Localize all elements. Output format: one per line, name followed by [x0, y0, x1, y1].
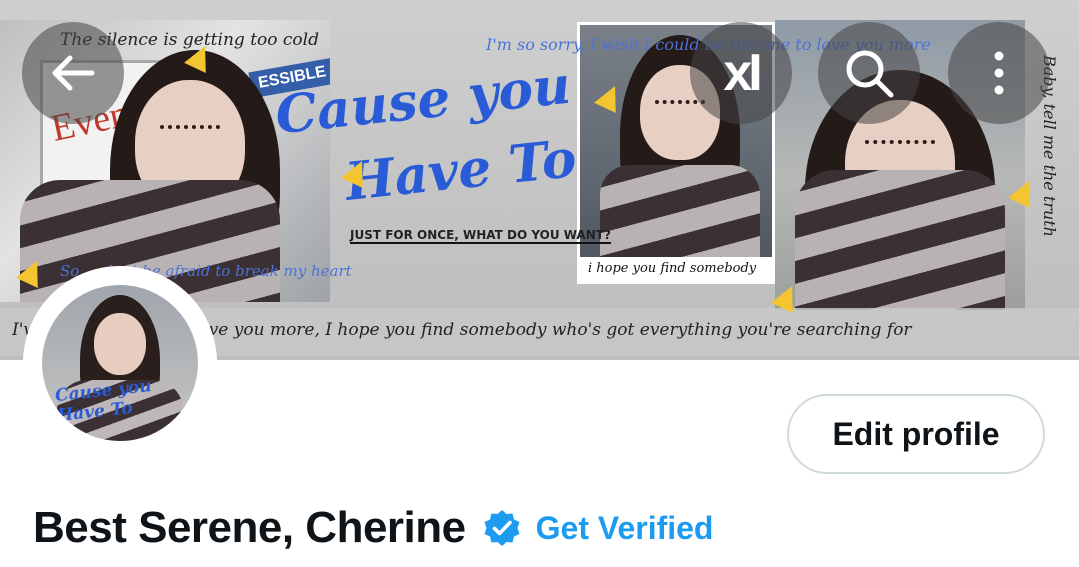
search-button[interactable]: [818, 22, 920, 124]
grok-button[interactable]: xI: [690, 22, 792, 124]
banner-subtitle: JUST FOR ONCE, WHAT DO YOU WANT?: [350, 228, 611, 244]
display-name: Best Serene, Cherine: [33, 503, 466, 552]
get-verified-link[interactable]: Get Verified: [536, 510, 714, 547]
banner-title-line2: Have To: [342, 128, 580, 213]
more-options-button[interactable]: [948, 22, 1050, 124]
grok-logo-icon: xI: [723, 44, 762, 102]
more-vertical-icon: [994, 51, 1004, 95]
edit-profile-button[interactable]: Edit profile: [787, 394, 1045, 474]
arrow-left-icon: [52, 55, 95, 91]
photo-caption: i hope you find somebody: [580, 257, 772, 281]
verified-badge-icon[interactable]: [482, 508, 522, 548]
search-icon: [846, 50, 894, 98]
avatar[interactable]: Cause you Have To: [23, 266, 217, 460]
back-button[interactable]: [22, 22, 124, 124]
avatar-image: Cause you Have To: [42, 285, 198, 441]
profile-name-row: Best Serene, Cherine Get Verified: [33, 500, 713, 556]
